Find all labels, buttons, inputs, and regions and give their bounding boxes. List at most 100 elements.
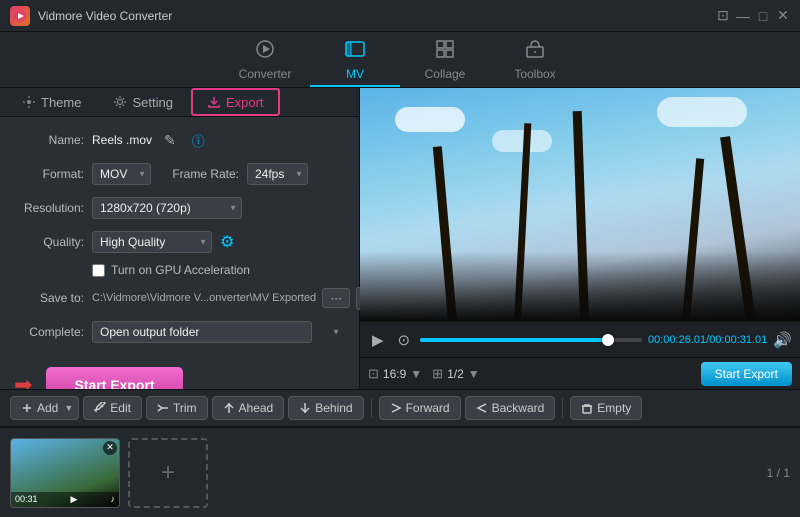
trim-btn[interactable]: Trim	[146, 396, 208, 420]
add-btn[interactable]: Add ▼	[10, 396, 79, 420]
mv-icon	[345, 39, 365, 64]
thumbnail-item[interactable]: ✕ 00:31 ▶ ♪	[10, 438, 120, 508]
thumb-audio-icon: ♪	[110, 494, 115, 504]
subtab-setting-label: Setting	[132, 95, 172, 110]
video-ratio-bar: ⊡ 16:9 ▼ ⊞ 1/2 ▼ Start Export	[360, 357, 800, 389]
info-btn[interactable]: ⓘ	[188, 129, 209, 152]
page-chevron-icon[interactable]: ▼	[468, 367, 480, 381]
thumbnail-close-btn[interactable]: ✕	[103, 441, 117, 455]
titlebar-left: Vidmore Video Converter	[10, 6, 172, 26]
toolbar-divider2	[562, 398, 563, 418]
tab-collage-label: Collage	[425, 67, 466, 81]
right-panel: ▶ ⊙ 00:00:26.01/00:00:31.01 🔊 ⊡ 16:9 ▼	[360, 88, 800, 389]
forward-label: Forward	[406, 401, 450, 415]
arrow-indicator: ➡	[14, 372, 32, 389]
saveto-dots-btn[interactable]: ···	[322, 288, 350, 308]
gpu-label[interactable]: Turn on GPU Acceleration	[111, 263, 250, 277]
app-icon	[10, 6, 30, 26]
format-select[interactable]: MOV MP4 AVI	[92, 163, 151, 185]
titlebar-controls: ⊡ — □ ✕	[716, 9, 790, 23]
ahead-icon	[223, 402, 235, 414]
empty-btn[interactable]: Empty	[570, 396, 642, 420]
form-area: Name: Reels .mov ✎ ⓘ Format: MOV MP4 AVI	[0, 117, 359, 355]
ratio-group: ⊡ 16:9 ▼	[368, 366, 422, 382]
edit-label: Edit	[110, 401, 131, 415]
backward-label: Backward	[492, 401, 545, 415]
page-info: 1 / 1	[767, 466, 790, 480]
toolbar: Add ▼ Edit Trim Ahead Behind Forward Bac…	[0, 389, 800, 427]
subtab-export[interactable]: Export	[191, 88, 280, 116]
resolution-select-wrap: 1280x720 (720p) 1920x1080 (1080p) 720x48…	[92, 197, 242, 219]
format-select-wrap: MOV MP4 AVI	[92, 163, 151, 185]
maximize-icon[interactable]: □	[756, 9, 770, 23]
ground	[360, 251, 800, 321]
complete-select[interactable]: Open output folder Do nothing	[92, 321, 312, 343]
backward-icon	[476, 402, 488, 414]
page-group: ⊞ 1/2 ▼	[432, 366, 479, 382]
edit-icon	[94, 402, 106, 414]
edit-btn[interactable]: Edit	[83, 396, 142, 420]
start-export-small-button[interactable]: Start Export	[701, 362, 792, 386]
app-window: Vidmore Video Converter ⊡ — □ ✕ Converte…	[0, 0, 800, 517]
tab-mv[interactable]: MV	[310, 35, 400, 87]
tab-toolbox[interactable]: Toolbox	[490, 35, 580, 87]
resolution-row: Resolution: 1280x720 (720p) 1920x1080 (1…	[14, 195, 345, 221]
backward-btn[interactable]: Backward	[465, 396, 556, 420]
stop-btn[interactable]: ⊙	[394, 329, 415, 351]
behind-icon	[299, 402, 311, 414]
toolbar-divider	[371, 398, 372, 418]
play-btn[interactable]: ▶	[368, 329, 388, 351]
ahead-label: Ahead	[239, 401, 274, 415]
forward-btn[interactable]: Forward	[379, 396, 461, 420]
tab-converter[interactable]: Converter	[220, 35, 310, 87]
quality-row: Quality: High Quality Medium Quality Low…	[14, 229, 345, 255]
behind-label: Behind	[315, 401, 352, 415]
close-icon[interactable]: ✕	[776, 9, 790, 23]
quality-select[interactable]: High Quality Medium Quality Low Quality	[92, 231, 212, 253]
converter-icon	[255, 39, 275, 64]
subtab-theme[interactable]: Theme	[8, 88, 95, 116]
plus-icon	[21, 402, 33, 414]
gpu-row: Turn on GPU Acceleration	[14, 263, 345, 277]
quality-gear-btn[interactable]: ⚙	[220, 232, 234, 252]
format-label: Format:	[14, 167, 84, 181]
resolution-label: Resolution:	[14, 201, 84, 215]
forward-icon	[390, 402, 402, 414]
name-row: Name: Reels .mov ✎ ⓘ	[14, 127, 345, 153]
subtab-setting[interactable]: Setting	[99, 88, 186, 116]
edit-name-btn[interactable]: ✎	[160, 130, 180, 151]
gpu-checkbox[interactable]	[92, 264, 105, 277]
trash-icon	[581, 402, 593, 414]
volume-btn[interactable]: 🔊	[773, 331, 792, 349]
resolution-select[interactable]: 1280x720 (720p) 1920x1080 (1080p) 720x48…	[92, 197, 242, 219]
start-export-button[interactable]: Start Export	[46, 367, 182, 389]
framerate-select[interactable]: 24fps 30fps 60fps	[247, 163, 308, 185]
complete-row: Complete: Open output folder Do nothing	[14, 319, 345, 345]
main-tabs: Converter MV Collage	[0, 32, 800, 88]
progress-bar[interactable]	[420, 338, 642, 342]
trim-label: Trim	[173, 401, 197, 415]
tab-mv-label: MV	[346, 67, 364, 81]
minimize-icon[interactable]: ⊡	[716, 9, 730, 23]
app-title: Vidmore Video Converter	[38, 9, 172, 23]
saveto-path-row: C:\Vidmore\Vidmore V...onverter\MV Expor…	[92, 287, 390, 310]
restore-icon[interactable]: —	[736, 9, 750, 23]
tab-collage[interactable]: Collage	[400, 35, 490, 87]
name-value: Reels .mov	[92, 133, 152, 147]
add-clip-btn[interactable]: +	[128, 438, 208, 508]
behind-btn[interactable]: Behind	[288, 396, 363, 420]
ahead-btn[interactable]: Ahead	[212, 396, 285, 420]
add-clip-icon: +	[161, 459, 175, 487]
subtab-theme-label: Theme	[41, 95, 81, 110]
toolbox-icon	[525, 39, 545, 64]
saveto-path: C:\Vidmore\Vidmore V...onverter\MV Expor…	[92, 292, 316, 304]
thumbnail-overlay: 00:31 ▶ ♪	[11, 492, 119, 507]
framerate-select-wrap: 24fps 30fps 60fps	[247, 163, 308, 185]
progress-fill	[420, 338, 606, 342]
sub-tabs: Theme Setting Export	[0, 88, 359, 117]
add-label: Add	[37, 401, 58, 415]
tab-toolbox-label: Toolbox	[514, 67, 555, 81]
video-scene	[360, 88, 800, 321]
trim-icon	[157, 402, 169, 414]
ratio-chevron-icon[interactable]: ▼	[410, 367, 422, 381]
